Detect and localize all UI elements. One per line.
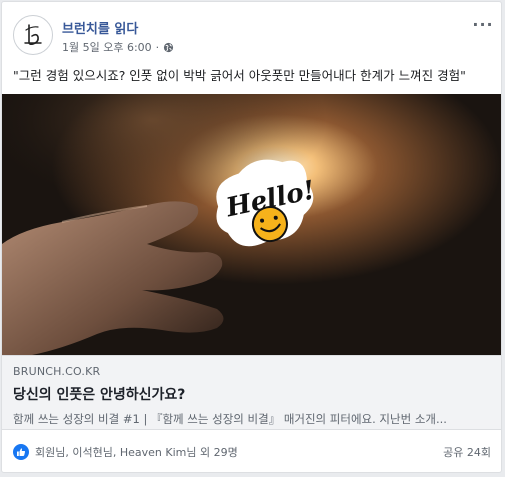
page-name-link[interactable]: 브런치를 읽다 [62,18,138,37]
globe-icon[interactable] [163,42,174,53]
link-image[interactable]: Hello! [2,94,501,355]
post-header: 브런치를 읽다 1월 5일 오후 6:00 · ··· [13,15,493,55]
link-preview[interactable]: BRUNCH.CO.KR 당신의 인풋은 안녕하신가요? 함께 쓰는 성장의 비… [2,355,501,430]
brunch-b-logo-icon [24,24,42,46]
avatar[interactable] [13,15,53,55]
thumbs-up-icon [13,444,29,460]
link-description: 함께 쓰는 성장의 비결 #1 | 『함께 쓰는 성장의 비결』 매거진의 피터… [13,412,447,426]
timestamp-link[interactable]: 1월 5일 오후 6:00 [62,39,152,55]
more-options-button[interactable]: ··· [472,15,493,34]
reactions-text: 회원님, 이석현님, Heaven Kim님 외 29명 [35,446,238,459]
post-text: "그런 경험 있으시죠? 인풋 없이 박박 긁어서 아웃풋만 만들어내다 한계가… [13,68,466,83]
photo-hand-with-sticker: Hello! [2,94,501,355]
reactions-summary[interactable]: 회원님, 이석현님, Heaven Kim님 외 29명 [13,444,238,460]
post-footer: 회원님, 이석현님, Heaven Kim님 외 29명 공유 24회 [13,443,491,461]
meta-separator: · [155,40,160,54]
post-card: 브런치를 읽다 1월 5일 오후 6:00 · ··· "그런 경험 있으시죠?… [1,1,502,473]
link-domain: BRUNCH.CO.KR [13,365,101,378]
post-meta: 1월 5일 오후 6:00 · [62,39,174,55]
shares-count-link[interactable]: 공유 24회 [443,444,491,460]
link-title[interactable]: 당신의 인풋은 안녕하신가요? [13,384,490,404]
